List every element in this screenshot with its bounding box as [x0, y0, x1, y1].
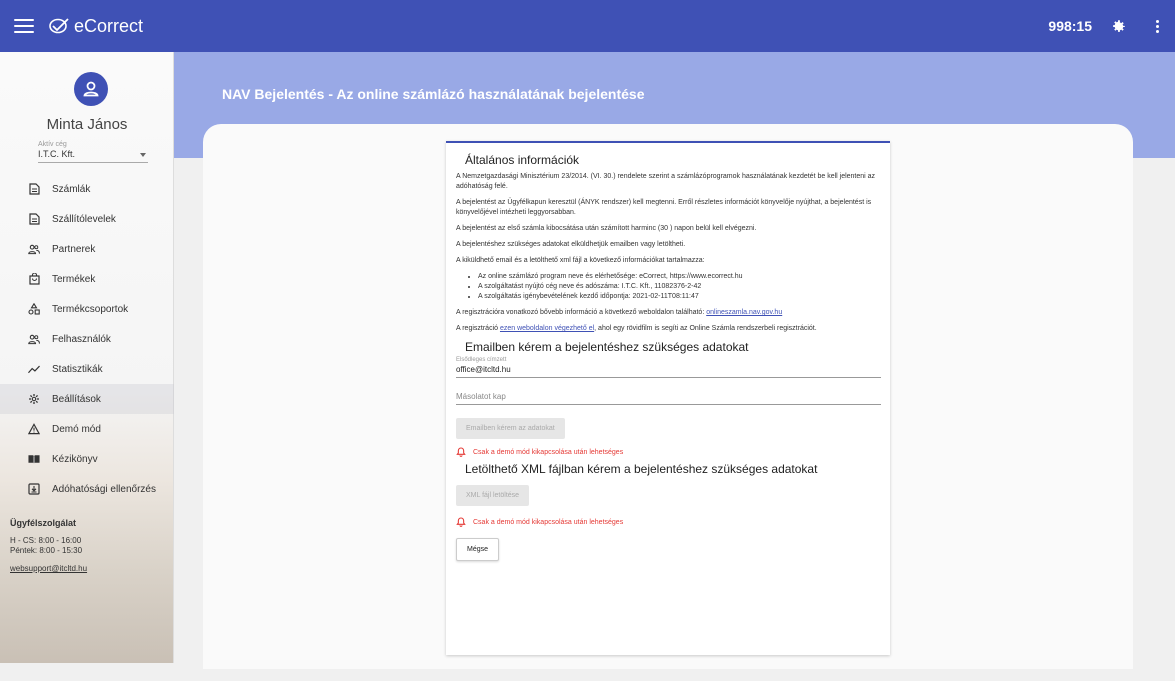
list-item: A szolgáltatás igénybevételének kezdő id… [478, 292, 880, 302]
warning-icon [28, 423, 40, 435]
general-info-heading: Általános információk [465, 153, 580, 167]
registration-link[interactable]: ezen weboldalon végezhető el [500, 325, 594, 332]
sidebar-item-label: Felhasználók [52, 333, 111, 345]
sidebar: Minta János Aktív cég I.T.C. Kft. Számlá… [0, 52, 174, 663]
session-timer: 998:15 [1048, 18, 1092, 34]
shapes-icon [28, 303, 40, 315]
demo-mode-warning-text: Csak a demó mód kikapcsolása után lehets… [473, 518, 624, 526]
email-data-button[interactable]: Emailben kérem az adatokat [456, 418, 565, 439]
xml-download-button[interactable]: XML fájl letöltése [456, 485, 530, 506]
info-paragraph-4: A bejelentéshez szükséges adatokat elkül… [456, 241, 686, 248]
company-label: Aktív cég [38, 141, 67, 148]
user-avatar-icon[interactable] [74, 72, 108, 106]
paragraph-text: A regisztráció [456, 325, 500, 332]
sidebar-item-partnerek[interactable]: Partnerek [0, 234, 174, 264]
demo-mode-warning: Csak a demó mód kikapcsolása után lehets… [456, 517, 880, 527]
sidebar-item-label: Termékcsoportok [52, 303, 129, 315]
info-paragraph-1: A Nemzetgazdasági Minisztérium 23/2014. … [456, 173, 876, 190]
document-icon [28, 183, 40, 195]
demo-mode-warning: Csak a demó mód kikapcsolása után lehets… [456, 447, 880, 457]
sidebar-item-adohatosagi-ellenorzes[interactable]: Adóhatósági ellenőrzés [0, 474, 174, 504]
app-logo[interactable]: eCorrect [48, 16, 143, 37]
book-icon [28, 453, 40, 465]
primary-recipient-label: Elsődleges címzett [456, 357, 507, 363]
sidebar-item-statisztikak[interactable]: Statisztikák [0, 354, 174, 384]
gear-icon [28, 393, 40, 405]
sidebar-item-szallitolevelek[interactable]: Szállítólevelek [0, 204, 174, 234]
info-paragraph-7: A regisztráció ezen weboldalon végezhető… [456, 324, 880, 334]
primary-recipient-value: office@itcltd.hu [456, 365, 511, 374]
dropdown-arrow-icon [140, 153, 146, 157]
cc-recipient-placeholder: Másolatot kap [456, 392, 506, 401]
app-name: eCorrect [74, 15, 144, 36]
paragraph-text: A regisztrációra vonatkozó bővebb inform… [456, 309, 707, 316]
top-app-bar: eCorrect 998:15 [0, 0, 1175, 52]
nav-website-link[interactable]: onlineszamla.nav.gov.hu [706, 309, 782, 316]
hamburger-menu-icon[interactable] [14, 19, 34, 33]
sidebar-item-felhasznalok[interactable]: Felhasználók [0, 324, 174, 354]
sidebar-item-label: Partnerek [52, 243, 96, 255]
support-info: Ügyfélszolgálat H - CS: 8:00 - 16:00 Pén… [10, 518, 87, 573]
trend-icon [28, 363, 40, 375]
people-icon [28, 243, 40, 255]
document-icon [28, 213, 40, 225]
sidebar-item-label: Beállítások [52, 393, 101, 405]
sidebar-item-szamlak[interactable]: Számlák [0, 174, 174, 204]
list-item: A szolgáltatást nyújtó cég neve és adósz… [478, 282, 880, 292]
email-section-heading: Emailben kérem a bejelentéshez szükséges… [465, 340, 749, 354]
support-email-link[interactable]: websupport@itcltd.hu [10, 564, 87, 573]
sidebar-item-kezikonyv[interactable]: Kézikönyv [0, 444, 174, 474]
sidebar-nav: Számlák Szállítólevelek Partnerek Termék… [0, 174, 174, 504]
info-paragraph-5: A kiküldhető email és a letölthető xml f… [456, 257, 705, 264]
people-icon [28, 333, 40, 345]
sidebar-item-label: Szállítólevelek [52, 213, 116, 225]
info-paragraph-6: A regisztrációra vonatkozó bővebb inform… [456, 308, 880, 318]
alert-bell-icon [456, 447, 466, 457]
sidebar-item-beallitasok[interactable]: Beállítások [0, 384, 174, 414]
cancel-button[interactable]: Mégse [456, 538, 500, 561]
sidebar-item-termekek[interactable]: Termékek [0, 264, 174, 294]
xml-section-heading: Letölthető XML fájlban kérem a bejelenté… [465, 462, 818, 476]
support-hours-weekdays: H - CS: 8:00 - 16:00 [10, 536, 82, 545]
more-vert-icon[interactable] [1152, 18, 1163, 35]
sidebar-item-label: Statisztikák [52, 363, 103, 375]
sidebar-item-label: Kézikönyv [52, 453, 98, 465]
sidebar-item-demo-mod[interactable]: Demó mód [0, 414, 174, 444]
settings-gear-icon[interactable] [1110, 17, 1128, 35]
info-paragraph-3: A bejelentést az első számla kibocsátása… [456, 225, 757, 232]
nav-registration-card: Általános információk A Nemzetgazdasági … [446, 141, 890, 655]
page-title: NAV Bejelentés - Az online számlázó hasz… [222, 86, 645, 102]
info-list: Az online számlázó program neve és elérh… [478, 272, 880, 302]
list-item: Az online számlázó program neve és elérh… [478, 272, 880, 282]
paragraph-text: , ahol egy rövidfilm is segíti az Online… [594, 325, 817, 332]
download-box-icon [28, 483, 40, 495]
cc-recipient-field[interactable]: Másolatot kap [456, 392, 881, 405]
sidebar-item-termekcsoportok[interactable]: Termékcsoportok [0, 294, 174, 324]
sidebar-item-label: Számlák [52, 183, 91, 195]
user-name: Minta János [46, 116, 128, 133]
bag-icon [28, 273, 40, 285]
demo-mode-warning-text: Csak a demó mód kikapcsolása után lehets… [473, 448, 624, 456]
support-hours-friday: Péntek: 8:00 - 15:30 [10, 546, 83, 555]
company-select[interactable]: I.T.C. Kft. [38, 149, 148, 163]
support-title: Ügyfélszolgálat [10, 518, 77, 528]
sidebar-item-label: Termékek [52, 273, 96, 285]
info-paragraph-2: A bejelentést az Ügyfélkapun keresztül (… [456, 199, 872, 216]
primary-recipient-field[interactable]: Elsődleges címzett office@itcltd.hu [456, 357, 881, 378]
sidebar-item-label: Demó mód [52, 423, 101, 435]
alert-bell-icon [456, 517, 466, 527]
sidebar-item-label: Adóhatósági ellenőrzés [52, 483, 156, 495]
ecorrect-logo-icon [49, 18, 69, 34]
company-select-value: I.T.C. Kft. [38, 149, 76, 159]
